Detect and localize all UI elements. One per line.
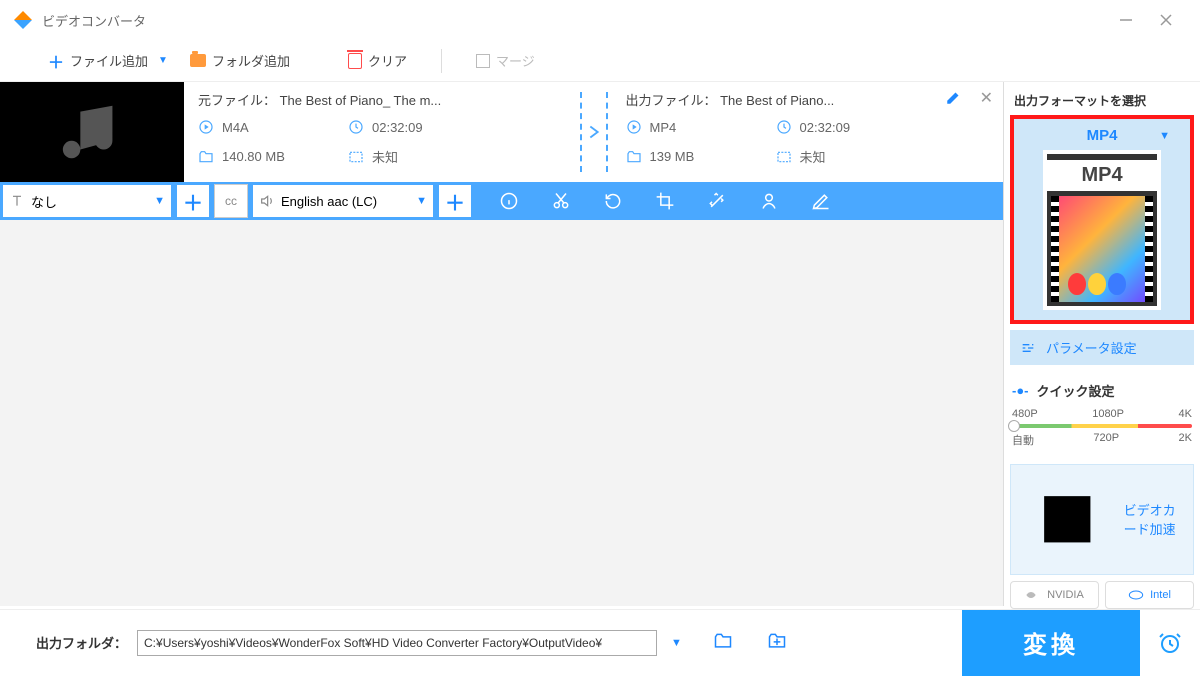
source-info: 元ファイル： The Best of Piano_ The m... M4A 0…: [184, 82, 576, 182]
clear-button[interactable]: クリア: [340, 47, 415, 74]
close-button[interactable]: [1146, 5, 1186, 35]
music-note-icon: [57, 97, 127, 167]
file-row: 元ファイル： The Best of Piano_ The m... M4A 0…: [0, 82, 1003, 182]
chip-icon: [1021, 473, 1114, 566]
clock-icon: [776, 119, 792, 135]
crop-tool-button[interactable]: [654, 190, 676, 212]
edit-tool-button[interactable]: [810, 190, 832, 212]
file-thumbnail[interactable]: [0, 82, 184, 182]
intel-icon: [1128, 589, 1144, 601]
folder-icon: [190, 54, 206, 67]
format-icon: [626, 119, 642, 135]
plus-icon: ＋: [48, 49, 64, 73]
open-folder-button[interactable]: [712, 631, 734, 654]
conversion-arrow: [576, 82, 612, 182]
intel-badge: Intel: [1105, 581, 1194, 609]
effects-tool-button[interactable]: [706, 190, 728, 212]
cc-button[interactable]: cc: [214, 184, 248, 218]
output-filename: 出力ファイル： The Best of Piano...: [626, 90, 990, 109]
chevron-down-icon: ▼: [416, 195, 427, 207]
speaker-icon: [259, 193, 275, 209]
clock-icon: [348, 119, 364, 135]
titlebar: ビデオコンバータ: [0, 0, 1200, 40]
nvidia-icon: [1025, 589, 1041, 601]
merge-label: マージ: [496, 51, 535, 70]
chevron-down-icon: ▼: [1159, 130, 1170, 142]
merge-icon: [476, 54, 490, 68]
source-filename: 元ファイル： The Best of Piano_ The m...: [198, 90, 562, 109]
resolution-icon: [776, 149, 792, 165]
app-title: ビデオコンバータ: [42, 11, 146, 30]
add-file-button[interactable]: ＋ ファイル追加 ▼: [40, 45, 176, 77]
output-folder-input[interactable]: [137, 630, 657, 656]
remove-file-button[interactable]: ✕: [980, 88, 993, 108]
watermark-tool-button[interactable]: [758, 190, 780, 212]
rotate-tool-button[interactable]: [602, 190, 624, 212]
chevron-down-icon: ▼: [154, 195, 165, 207]
parameter-settings-button[interactable]: パラメータ設定: [1010, 330, 1194, 365]
browse-folder-button[interactable]: [766, 631, 788, 654]
bottom-bar: 出力フォルダ： ▼ 変換: [0, 609, 1200, 675]
format-icon: [198, 119, 214, 135]
subtitle-select[interactable]: なし ▼: [2, 184, 172, 218]
output-folder-label: 出力フォルダ：: [36, 633, 127, 652]
clear-label: クリア: [368, 51, 407, 70]
add-folder-label: フォルダ追加: [212, 51, 290, 70]
nvidia-badge: NVIDIA: [1010, 581, 1099, 609]
toolbar: ＋ ファイル追加 ▼ フォルダ追加 クリア マージ: [0, 40, 1200, 82]
convert-button[interactable]: 変換: [962, 610, 1140, 676]
trash-icon: [348, 53, 362, 69]
bullet-icon: -●-: [1012, 383, 1029, 398]
chevron-down-icon[interactable]: ▼: [158, 55, 168, 66]
resolution-icon: [348, 149, 364, 165]
audio-track-select[interactable]: English aac (LC) ▼: [252, 184, 434, 218]
quick-settings-header: -●- クイック設定: [1010, 377, 1194, 404]
text-icon: [9, 193, 25, 209]
merge-button[interactable]: マージ: [468, 47, 543, 74]
trim-tool-button[interactable]: [550, 190, 572, 212]
add-audio-button[interactable]: ＋: [438, 184, 472, 218]
app-logo-icon: [14, 11, 32, 29]
gpu-accel-button[interactable]: ビデオカード加速: [1010, 464, 1194, 575]
minimize-button[interactable]: [1106, 5, 1146, 35]
schedule-button[interactable]: [1140, 631, 1200, 655]
edit-controls-row: なし ▼ ＋ cc English aac (LC) ▼ ＋: [0, 182, 1003, 220]
format-panel-title: 出力フォーマットを選択: [1010, 86, 1194, 115]
filesize-icon: [626, 149, 642, 165]
resolution-slider[interactable]: 480P 1080P 4K 自動 720P 2K: [1010, 404, 1194, 458]
sliders-icon: [1020, 340, 1036, 356]
empty-list-area: [0, 220, 1003, 606]
chevron-down-icon[interactable]: ▼: [671, 637, 682, 649]
selected-format-name: MP4: [1087, 127, 1118, 144]
filesize-icon: [198, 149, 214, 165]
slider-thumb[interactable]: [1008, 420, 1020, 432]
divider: [441, 49, 442, 73]
add-folder-button[interactable]: フォルダ追加: [182, 47, 298, 74]
format-thumbnail: MP4: [1043, 150, 1161, 310]
rename-button[interactable]: [945, 88, 963, 106]
output-format-panel: 出力フォーマットを選択 MP4 ▼ MP4 パラメータ設定 -●- クイック設定…: [1004, 82, 1200, 606]
format-selector[interactable]: MP4 ▼ MP4: [1010, 115, 1194, 324]
info-tool-button[interactable]: [498, 190, 520, 212]
main-area: 元ファイル： The Best of Piano_ The m... M4A 0…: [0, 82, 1200, 606]
add-subtitle-button[interactable]: ＋: [176, 184, 210, 218]
file-list-panel: 元ファイル： The Best of Piano_ The m... M4A 0…: [0, 82, 1004, 606]
add-file-label: ファイル追加: [70, 51, 148, 70]
